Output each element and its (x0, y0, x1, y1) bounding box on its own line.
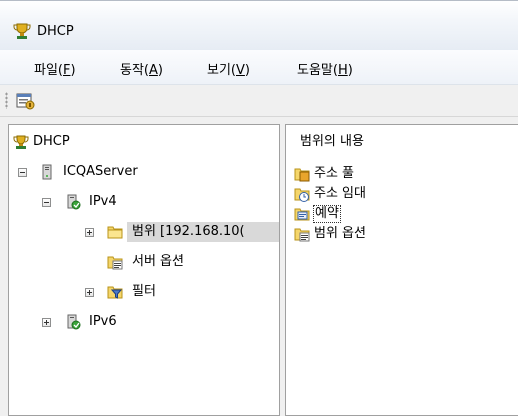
tree-item-ipv6-label: IPv6 (89, 314, 117, 329)
toolbar (0, 85, 518, 117)
menu-file[interactable]: 파일(F) (34, 59, 76, 78)
address-pool-icon (294, 168, 310, 182)
expand-icon[interactable] (85, 228, 94, 237)
list-item-reservations[interactable]: 예약 (294, 204, 514, 224)
title-bar: DHCP (0, 0, 518, 51)
menu-action[interactable]: 동작(A) (120, 59, 163, 78)
list-item-address-leases-label: 주소 임대 (314, 186, 366, 201)
folder-icon (107, 226, 123, 239)
address-leases-icon (294, 188, 310, 202)
properties-toolbar-icon[interactable] (14, 90, 36, 112)
menu-help[interactable]: 도움말(H) (297, 59, 353, 78)
reservations-icon (294, 208, 310, 221)
network-node-icon (67, 314, 81, 330)
tree-item-filter-label: 필터 (132, 284, 156, 299)
options-folder-icon (294, 228, 310, 242)
tree-item-filter[interactable]: 필터 (9, 282, 277, 302)
list-item-address-pool-label: 주소 풀 (314, 166, 355, 181)
list-item-reservations-label: 예약 (313, 205, 341, 223)
window-title: DHCP (37, 24, 74, 39)
details-header-label: 범위의 내용 (300, 134, 364, 149)
list-item-scope-options[interactable]: 범위 옵션 (294, 224, 514, 244)
expand-icon[interactable] (42, 318, 51, 327)
list-item-address-leases[interactable]: 주소 임대 (294, 184, 514, 204)
server-icon (42, 164, 52, 180)
tree-item-server-label: ICQAServer (63, 164, 138, 179)
tree-item-scope-label: 범위 [192.168.10( (127, 222, 279, 242)
tree-item-dhcp[interactable]: DHCP (9, 132, 277, 152)
tree-item-server[interactable]: ICQAServer (9, 162, 277, 182)
tree-item-ipv4[interactable]: IPv4 (9, 192, 277, 212)
dhcp-trophy-icon (13, 135, 29, 149)
tree-item-ipv4-label: IPv4 (89, 194, 117, 209)
expand-icon[interactable] (85, 288, 94, 297)
filter-icon (107, 286, 123, 299)
options-folder-icon (107, 256, 123, 270)
details-pane: 범위의 내용 주소 풀 주소 임대 예약 범위 옵션 (285, 124, 518, 416)
tree-item-ipv6[interactable]: IPv6 (9, 312, 277, 332)
collapse-icon[interactable] (18, 168, 27, 177)
list-item-scope-options-label: 범위 옵션 (314, 226, 366, 241)
tree-item-server-options[interactable]: 서버 옵션 (9, 252, 277, 272)
collapse-icon[interactable] (42, 198, 51, 207)
console-tree: DHCP ICQAServer IPv4 범위 [192.168.10(서버 … (8, 124, 280, 416)
list-item-address-pool[interactable]: 주소 풀 (294, 164, 514, 184)
dhcp-trophy-icon (13, 23, 31, 39)
tree-item-dhcp-label: DHCP (33, 134, 70, 149)
tree-item-scope[interactable]: 범위 [192.168.10( (9, 222, 279, 242)
menu-bar: 파일(F) 동작(A) 보기(V) 도움말(H) (0, 50, 518, 85)
tree-item-server-options-label: 서버 옵션 (132, 254, 184, 269)
toolbar-grip[interactable] (5, 92, 8, 109)
network-node-icon (67, 194, 81, 210)
menu-view[interactable]: 보기(V) (207, 59, 250, 78)
